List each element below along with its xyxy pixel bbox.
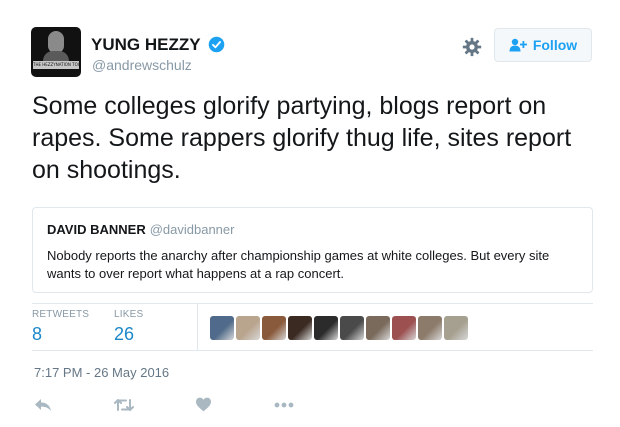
stats-top-divider <box>32 303 593 304</box>
avatar[interactable]: THE HEZZYNATION TOUR <box>31 27 81 77</box>
tweet-timestamp[interactable]: 7:17 PM - 26 May 2016 <box>34 365 169 380</box>
retweets-label: RETWEETS <box>32 309 90 320</box>
stats-bottom-divider <box>32 350 593 351</box>
person-plus-icon <box>509 38 527 52</box>
tweet-card: THE HEZZYNATION TOUR YUNG HEZZY @andrews… <box>0 0 620 427</box>
likes-label: LIKES <box>114 309 144 320</box>
quoted-author-handle: @davidbanner <box>149 222 235 237</box>
liker-avatar[interactable] <box>392 316 416 340</box>
avatar-caption: THE HEZZYNATION TOUR <box>33 61 79 69</box>
reply-icon[interactable] <box>34 398 52 412</box>
retweet-icon[interactable] <box>114 398 134 412</box>
liker-avatar[interactable] <box>210 316 234 340</box>
quoted-author-name: DAVID BANNER <box>47 222 146 237</box>
verified-badge-icon <box>208 36 225 53</box>
gear-icon[interactable] <box>461 36 483 58</box>
liker-avatar[interactable] <box>262 316 286 340</box>
stats-separator <box>197 304 198 350</box>
follow-button[interactable]: Follow <box>494 28 592 62</box>
quoted-tweet-header: DAVID BANNER @davidbanner <box>47 222 234 237</box>
liker-avatar[interactable] <box>366 316 390 340</box>
tweet-text: Some colleges glorify partying, blogs re… <box>32 92 572 184</box>
liker-avatar[interactable] <box>314 316 338 340</box>
retweets-count: 8 <box>32 324 43 344</box>
liker-avatar[interactable] <box>236 316 260 340</box>
heart-icon[interactable] <box>195 397 212 412</box>
more-icon[interactable] <box>274 402 294 408</box>
likes-stat[interactable]: LIKES 26 <box>114 309 143 345</box>
liker-avatar[interactable] <box>340 316 364 340</box>
quoted-tweet[interactable]: DAVID BANNER @davidbanner Nobody reports … <box>32 207 593 293</box>
likes-count: 26 <box>114 324 135 344</box>
liker-avatar[interactable] <box>444 316 468 340</box>
avatar-face <box>48 31 64 53</box>
follow-label: Follow <box>532 37 578 53</box>
author-handle[interactable]: @andrewschulz <box>92 57 192 73</box>
liker-avatar[interactable] <box>418 316 442 340</box>
liker-avatars <box>210 316 470 340</box>
quoted-tweet-text: Nobody reports the anarchy after champio… <box>47 248 550 281</box>
retweets-stat[interactable]: RETWEETS 8 <box>32 309 89 345</box>
author-name[interactable]: YUNG HEZZY <box>91 35 201 55</box>
liker-avatar[interactable] <box>288 316 312 340</box>
